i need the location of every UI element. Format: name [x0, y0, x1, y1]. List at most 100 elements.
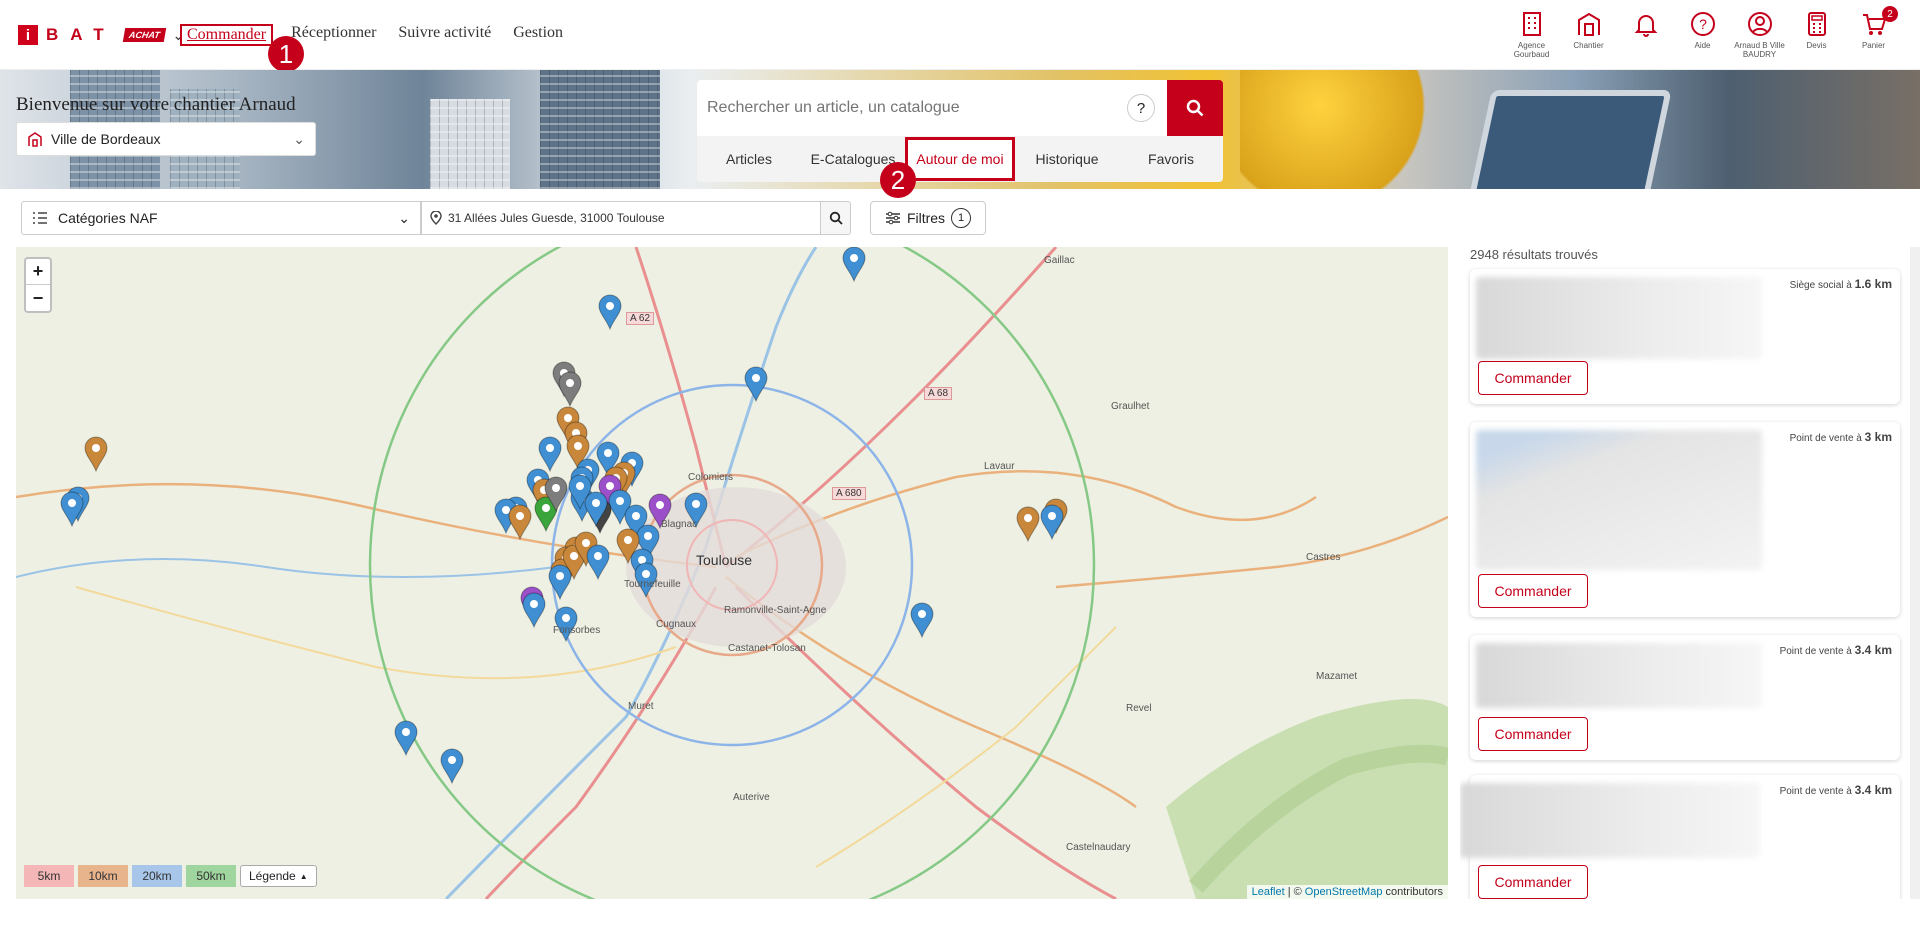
attribution-text: contributors: [1385, 886, 1443, 898]
map-marker-blue[interactable]: [548, 564, 572, 601]
ibat-logo[interactable]: i BAT ACHAT ⌄: [18, 25, 184, 45]
map-marker-blue[interactable]: [394, 720, 418, 757]
radius-20km-chip[interactable]: 20km: [132, 865, 182, 887]
map-marker-blue[interactable]: [842, 247, 866, 283]
zoom-control: + −: [24, 257, 52, 313]
cart-button[interactable]: Panier 2: [1845, 6, 1902, 59]
map-label-blagnac: Blagnac: [661, 519, 698, 530]
radius-10km-chip[interactable]: 10km: [78, 865, 128, 887]
map-label-ramonville: Ramonville-Saint-Agne: [724, 605, 827, 616]
map-marker-dot: [642, 570, 650, 578]
commander-button[interactable]: Commander: [1478, 574, 1588, 608]
map-label-fonsorbes: Fonsorbes: [553, 625, 601, 636]
chevron-down-icon: ⌄: [293, 130, 305, 147]
nav-gestion[interactable]: Gestion: [509, 24, 567, 46]
naf-category-value: Catégories NAF: [58, 210, 158, 226]
map-marker-orange[interactable]: [508, 504, 532, 541]
help-button[interactable]: ? Aide: [1674, 10, 1731, 59]
map-marker-blue[interactable]: [538, 436, 562, 473]
help-label: Aide: [1694, 41, 1711, 50]
map-label-castanet: Castanet-Tolosan: [728, 643, 806, 654]
map-marker-dot: [576, 482, 584, 490]
map-marker-blue[interactable]: [440, 748, 464, 785]
results-scrollbar[interactable]: [1910, 247, 1920, 899]
map-marker-blue[interactable]: [586, 544, 610, 581]
commander-button[interactable]: Commander: [1478, 865, 1588, 899]
result-card[interactable]: Point de vente à 3 km Commander: [1470, 422, 1900, 617]
map-label-colomiers: Colomiers: [688, 472, 734, 483]
map-marker-dot: [918, 610, 926, 618]
map-label-muret: Muret: [628, 701, 654, 712]
result-card[interactable]: Point de vente à 3.4 km Commander: [1460, 775, 1900, 899]
list-icon: [33, 212, 47, 224]
map-marker-orange[interactable]: [1016, 506, 1040, 543]
map-road: [1055, 515, 1448, 589]
map-base-layer: [16, 247, 1448, 899]
nav-commander[interactable]: Commander: [180, 24, 274, 46]
leaflet-link[interactable]: Leaflet: [1252, 886, 1285, 898]
cart-badge: 2: [1882, 6, 1898, 22]
tab-articles[interactable]: Articles: [697, 151, 801, 167]
map-view[interactable]: Toulouse Tournefeuille Colomiers Blagnac…: [16, 247, 1448, 899]
chantier-icon: [28, 132, 42, 147]
commander-button[interactable]: Commander: [1478, 717, 1588, 751]
map-marker-blue[interactable]: [1040, 504, 1064, 541]
account-button[interactable]: Arnaud B Ville BAUDRY: [1731, 10, 1788, 59]
map-marker-blue[interactable]: [522, 592, 546, 629]
map-marker-dot: [574, 442, 582, 450]
radius-50km-chip[interactable]: 50km: [186, 865, 236, 887]
user-icon: [1747, 12, 1772, 36]
devis-label: Devis: [1806, 41, 1827, 50]
agence-button[interactable]: Agence Gourbaud: [1503, 10, 1560, 59]
tab-favoris[interactable]: Favoris: [1119, 151, 1223, 167]
map-marker-blue[interactable]: [744, 366, 768, 403]
nav-receptionner[interactable]: Réceptionner: [287, 24, 380, 46]
radius-5km-chip[interactable]: 5km: [24, 865, 74, 887]
map-label-mazamet: Mazamet: [1316, 671, 1358, 682]
result-card[interactable]: Point de vente à 3.4 km Commander: [1470, 635, 1900, 760]
map-marker-dot: [616, 497, 624, 505]
commander-button[interactable]: Commander: [1478, 361, 1588, 395]
tab-autour-de-moi[interactable]: Autour de moi: [905, 137, 1015, 181]
notifications-button[interactable]: [1617, 10, 1674, 59]
map-marker-dot: [606, 482, 614, 490]
search-button[interactable]: [1167, 80, 1223, 136]
result-card[interactable]: Siège social à 1.6 km Commander: [1470, 269, 1900, 404]
filters-button[interactable]: Filtres 1: [870, 201, 986, 235]
map-label-toulouse: Toulouse: [696, 552, 753, 568]
map-marker-dot: [516, 512, 524, 520]
results-panel: 2948 résultats trouvés Siège social à 1.…: [1460, 247, 1920, 899]
chantier-button[interactable]: Chantier: [1560, 10, 1617, 59]
map-marker-gray[interactable]: [558, 371, 582, 408]
map-marker-dot: [594, 552, 602, 560]
search-help-button[interactable]: ?: [1127, 94, 1155, 122]
map-marker-dot: [68, 499, 76, 507]
map-marker-blue[interactable]: [910, 602, 934, 639]
map-marker-blue[interactable]: [60, 491, 84, 528]
map-marker-dot: [752, 374, 760, 382]
search-input[interactable]: [707, 99, 1107, 117]
zoom-in-button[interactable]: +: [26, 259, 50, 285]
hero-banner: Bienvenue sur votre chantier Arnaud Vill…: [0, 70, 1920, 189]
osm-link[interactable]: OpenStreetMap: [1305, 886, 1383, 898]
naf-category-select[interactable]: Catégories NAF ⌄: [21, 201, 421, 235]
map-marker-dot: [552, 484, 560, 492]
nav-suivre-activite[interactable]: Suivre activité: [394, 24, 495, 46]
zoom-out-button[interactable]: −: [26, 285, 50, 311]
filters-label: Filtres: [906, 210, 946, 226]
welcome-title: Bienvenue sur votre chantier Arnaud: [16, 94, 296, 115]
chantier-select[interactable]: Ville de Bordeaux ⌄: [16, 122, 316, 156]
devis-button[interactable]: Devis: [1788, 10, 1845, 59]
map-marker-orange[interactable]: [84, 436, 108, 473]
address-search-button[interactable]: [821, 201, 851, 235]
tab-historique[interactable]: Historique: [1015, 151, 1119, 167]
cart-label: Panier: [1861, 41, 1886, 50]
chantier-icon: [1577, 12, 1600, 36]
legend-button[interactable]: Légende ▲: [240, 865, 317, 887]
map-marker-dot: [542, 504, 550, 512]
map-label-graulhet: Graulhet: [1111, 401, 1150, 412]
top-navigation-bar: i BAT ACHAT ⌄ Commander Réceptionner Sui…: [0, 0, 1920, 72]
address-field[interactable]: 31 Allées Jules Guesde, 31000 Toulouse: [421, 201, 821, 235]
search-icon: [1186, 99, 1204, 117]
map-marker-blue[interactable]: [598, 294, 622, 331]
